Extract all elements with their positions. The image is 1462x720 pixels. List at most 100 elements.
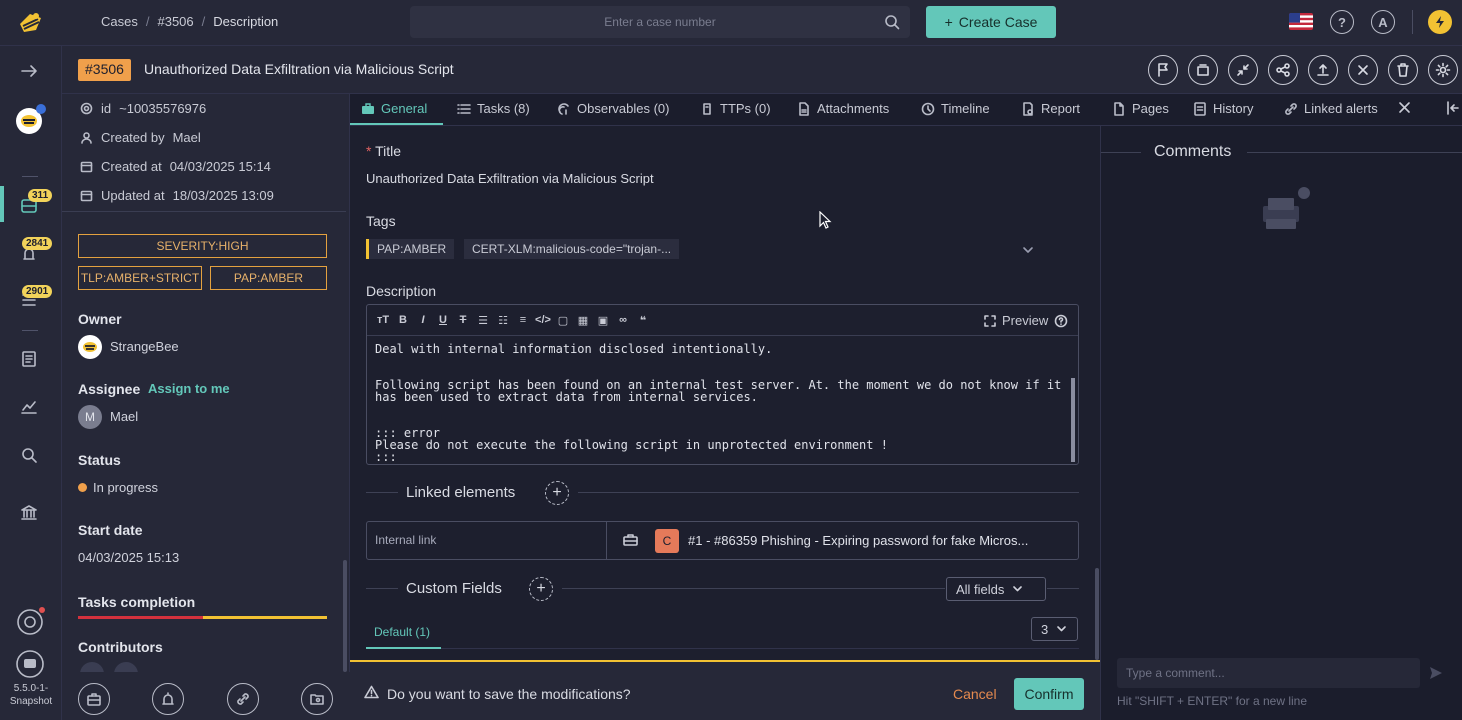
underline-icon[interactable]: U — [435, 314, 451, 326]
collapse-panel-icon[interactable] — [1446, 101, 1460, 115]
table-icon[interactable]: ▦ — [575, 314, 591, 327]
delete-case-button[interactable] — [1388, 55, 1418, 85]
thehive-logo-icon[interactable] — [14, 8, 46, 38]
task-list-icon[interactable]: ≡ — [515, 314, 531, 326]
lightning-icon[interactable] — [1428, 10, 1452, 34]
italic-icon[interactable]: I — [415, 314, 431, 326]
send-icon[interactable] — [1429, 666, 1443, 680]
id-gear-icon — [80, 102, 93, 115]
tab-observables[interactable]: Observables (0) — [557, 101, 669, 116]
heading-icon[interactable]: ᴛT — [375, 314, 391, 326]
id-label: id — [101, 101, 112, 116]
page-size-select[interactable]: 3 — [1031, 617, 1078, 641]
code-icon[interactable]: </> — [535, 314, 551, 326]
divider — [366, 588, 398, 589]
help-circle-icon[interactable] — [1054, 314, 1068, 328]
admin-building-icon[interactable] — [19, 502, 39, 522]
knowledge-base-icon[interactable] — [19, 349, 39, 369]
tab-tasks[interactable]: Tasks (8) — [457, 101, 530, 116]
assignee-value[interactable]: Mael — [110, 409, 138, 424]
case-briefcase-icon[interactable] — [78, 683, 110, 715]
form-scrollbar[interactable] — [1095, 568, 1099, 660]
created-at-label: Created at — [101, 159, 162, 174]
merge-case-button[interactable] — [1188, 55, 1218, 85]
tab-pages[interactable]: Pages — [1112, 101, 1169, 116]
case-settings-button[interactable] — [1428, 55, 1458, 85]
confirm-button[interactable]: Confirm — [1014, 678, 1084, 710]
search-nav-icon[interactable] — [19, 445, 39, 465]
custom-fields-filter-select[interactable]: All fields — [946, 577, 1046, 601]
dashboards-icon[interactable] — [19, 397, 39, 417]
description-text-area[interactable]: Deal with internal information disclosed… — [367, 337, 1071, 464]
active-tab-indicator — [350, 123, 443, 125]
report-icon — [1021, 101, 1035, 116]
create-case-button[interactable]: + Create Case — [926, 6, 1056, 38]
tab-linked-alerts[interactable]: Linked alerts — [1284, 101, 1378, 116]
linked-case-title[interactable]: #1 - #86359 Phishing - Expiring password… — [688, 533, 1028, 548]
add-custom-field-button[interactable]: + — [529, 577, 553, 601]
alert-siren-icon[interactable] — [152, 683, 184, 715]
expand-arrow-icon[interactable] — [19, 62, 41, 80]
link-insert-icon[interactable]: ∞ — [615, 314, 631, 326]
close-case-button[interactable] — [1348, 55, 1378, 85]
flag-case-button[interactable] — [1148, 55, 1178, 85]
tag-chip[interactable]: PAP:AMBER — [366, 239, 455, 259]
description-text: Deal with internal information disclosed… — [375, 342, 1062, 464]
image-icon[interactable]: ▣ — [595, 314, 611, 327]
share-button[interactable] — [1268, 55, 1298, 85]
comment-input[interactable] — [1117, 658, 1420, 688]
tab-default-fields[interactable]: Default (1) — [374, 625, 430, 639]
required-mark: * — [366, 143, 372, 159]
add-linked-element-button[interactable]: + — [545, 481, 569, 505]
tag-chip[interactable]: CERT-XLM:malicious-code="trojan-... — [464, 239, 680, 259]
tab-label: Tasks (8) — [477, 101, 530, 116]
bold-icon[interactable]: B — [395, 314, 411, 326]
export-button[interactable] — [1308, 55, 1338, 85]
assign-to-me-link[interactable]: Assign to me — [148, 381, 230, 396]
tab-history[interactable]: History — [1193, 101, 1253, 116]
editor-scrollbar[interactable] — [1071, 378, 1075, 462]
case-id-value[interactable]: ~10035576976 — [119, 101, 206, 116]
created-by-label: Created by — [101, 130, 165, 145]
user-avatar[interactable]: A — [1371, 10, 1395, 34]
link-icon[interactable] — [227, 683, 259, 715]
minimize-button[interactable] — [1228, 55, 1258, 85]
panel-scrollbar[interactable] — [343, 560, 347, 672]
active-tab-indicator — [366, 647, 441, 649]
tab-timeline[interactable]: Timeline — [921, 101, 990, 116]
strikethrough-icon[interactable]: T — [455, 314, 471, 326]
search-icon[interactable] — [884, 14, 900, 30]
quote-icon[interactable]: ❝ — [635, 314, 651, 327]
status-value[interactable]: In progress — [93, 480, 158, 495]
ordered-list-icon[interactable]: ☷ — [495, 314, 511, 327]
breadcrumb-case-ref[interactable]: #3506 — [157, 14, 193, 29]
tags-dropdown-chevron-icon[interactable] — [1022, 245, 1034, 255]
organisation-avatar-icon[interactable] — [14, 104, 48, 136]
divider — [366, 492, 398, 493]
chat-icon[interactable] — [15, 649, 45, 679]
case-search-input[interactable] — [410, 6, 910, 38]
status-monitor-icon[interactable] — [15, 605, 49, 637]
cancel-button[interactable]: Cancel — [953, 686, 997, 702]
tab-report[interactable]: Report — [1021, 101, 1080, 116]
us-flag-icon[interactable] — [1289, 13, 1313, 30]
title-value[interactable]: Unauthorized Data Exfiltration via Malic… — [366, 171, 654, 186]
tlp-tag[interactable]: TLP:AMBER+STRICT — [78, 266, 202, 290]
created-at-value: 04/03/2025 15:14 — [169, 159, 271, 174]
tab-ttps[interactable]: TTPs (0) — [700, 101, 771, 116]
divider — [1247, 152, 1462, 153]
tags-label: Tags — [366, 213, 396, 229]
preview-toggle[interactable]: Preview — [984, 313, 1068, 328]
close-tab-icon[interactable] — [1398, 101, 1411, 114]
calendar-icon — [80, 189, 93, 202]
code-block-icon[interactable]: ▢ — [555, 314, 571, 327]
briefcase-icon — [361, 102, 375, 116]
help-icon[interactable]: ? — [1330, 10, 1354, 34]
breadcrumb-cases[interactable]: Cases — [101, 14, 138, 29]
folder-settings-icon[interactable] — [301, 683, 333, 715]
severity-tag[interactable]: SEVERITY:HIGH — [78, 234, 327, 258]
tab-attachments[interactable]: Attachments — [797, 101, 889, 116]
bullet-list-icon[interactable]: ☰ — [475, 314, 491, 327]
pap-tag[interactable]: PAP:AMBER — [210, 266, 327, 290]
tab-general[interactable]: General — [361, 101, 427, 116]
